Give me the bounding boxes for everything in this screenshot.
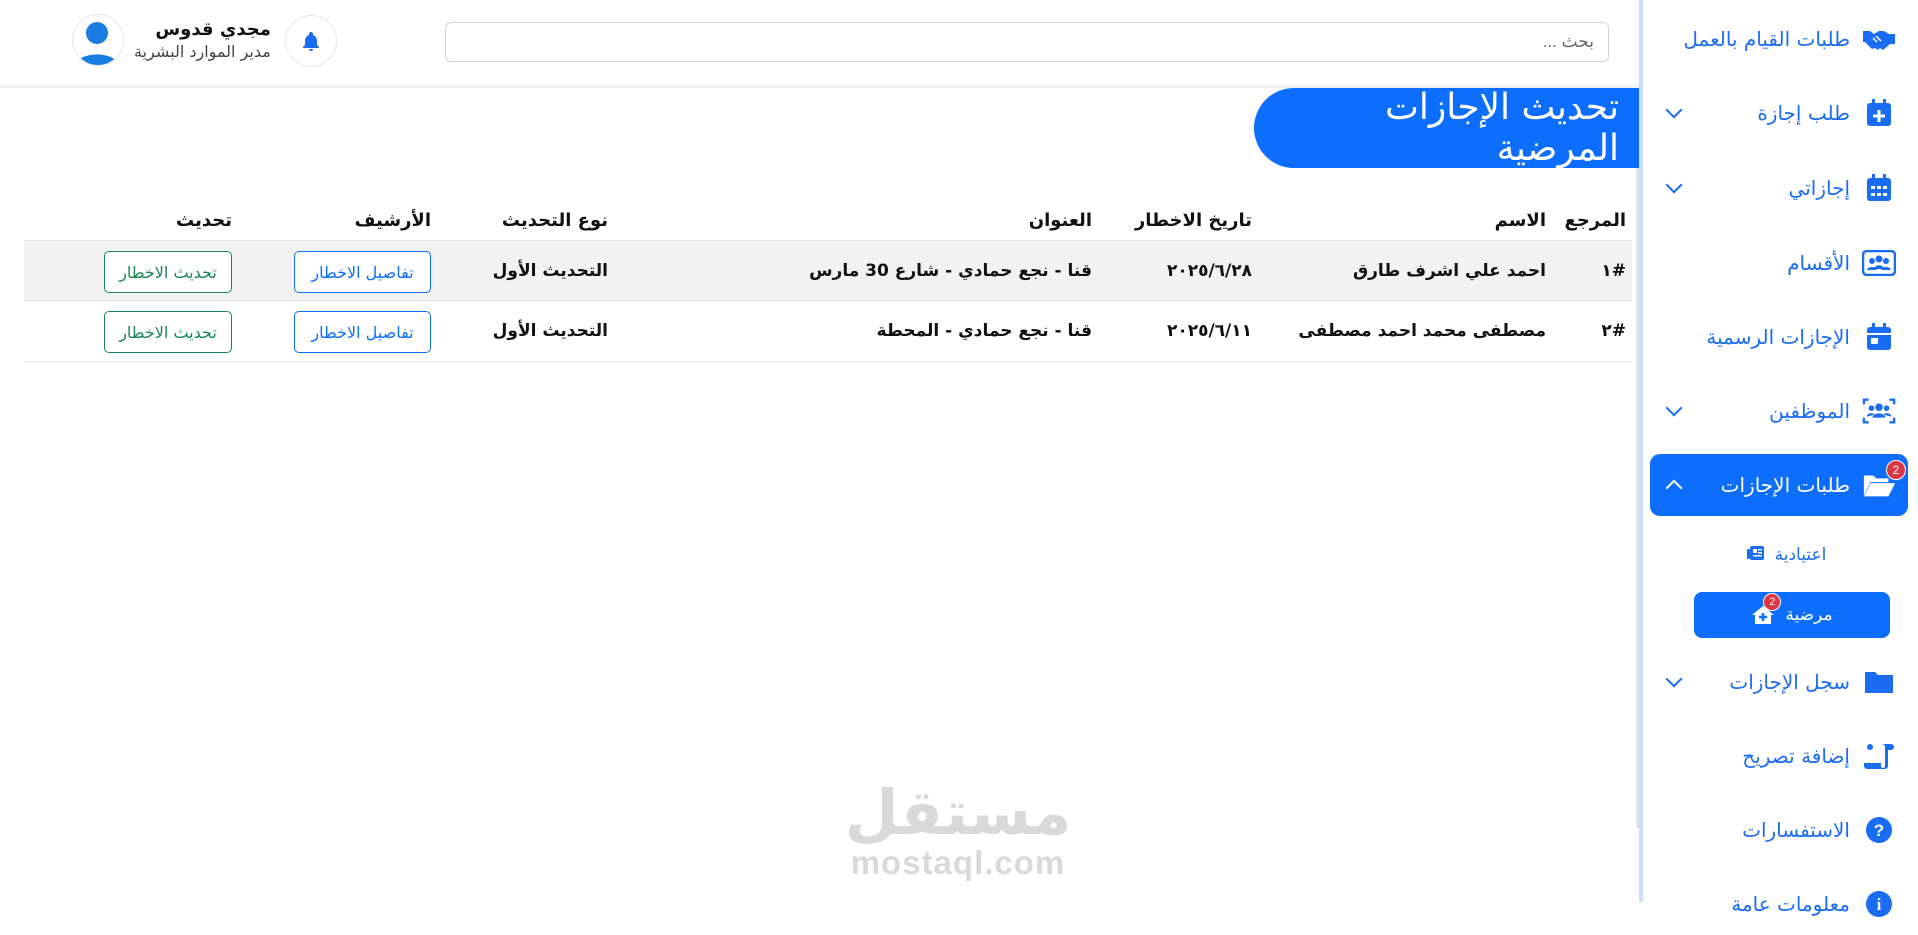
sidebar-item-leave-log[interactable]: سجل الإجازات: [1650, 651, 1908, 713]
user-profile[interactable]: مجدي قدوس مدير الموارد البشرية: [72, 14, 271, 66]
sidebar-item-label: طلبات القيام بالعمل: [1683, 27, 1850, 51]
cell-update-type: التحديث الأول: [492, 321, 608, 341]
cell-address: قنا - نجع حمادي - شارع 30 مارس: [809, 260, 1092, 281]
page-title: تحديث الإجازات المرضية: [1385, 87, 1619, 169]
house-medical-icon: 2: [1751, 593, 1782, 625]
folder-icon: [1862, 667, 1896, 697]
topbar: بحث ... مجدي قدوس مدير الموارد البشرية: [0, 0, 1639, 88]
sick-leave-table: المرجع الاسم تاريخ الاخطار العنوان نوع ا…: [24, 200, 1632, 362]
watermark-arabic: مستقل: [844, 776, 1072, 849]
page-title-banner: تحديث الإجازات المرضية: [1254, 87, 1639, 169]
question-circle-icon: ?: [1862, 815, 1896, 845]
sidebar-item-label: طلب إجازة: [1757, 101, 1850, 125]
table-header-row: المرجع الاسم تاريخ الاخطار العنوان نوع ا…: [24, 200, 1632, 240]
svg-text:?: ?: [1874, 821, 1884, 840]
calendar-icon: [1862, 173, 1896, 203]
avatar: [72, 14, 124, 66]
sidebar-item-work-requests[interactable]: طلبات القيام بالعمل: [1650, 8, 1908, 70]
update-notice-button[interactable]: تحديث الاخطار: [104, 311, 232, 353]
sidebar-item-label: الموظفين: [1769, 399, 1850, 423]
sidebar-subitem-sick[interactable]: مرضية 2: [1694, 592, 1890, 638]
id-card-icon: [1862, 248, 1896, 278]
table-row: #٢ مصطفى محمد احمد مصطفى ٢٠٢٥/٦/١١ قنا -…: [24, 301, 1632, 362]
sidebar-item-my-leaves[interactable]: إجازاتي: [1650, 157, 1908, 219]
sidebar-item-label: الاستفسارات: [1742, 818, 1850, 842]
folder-open-icon: 2: [1862, 460, 1906, 500]
column-header-ref: المرجع: [1564, 209, 1626, 231]
column-header-update-type: نوع التحديث: [501, 209, 608, 231]
cell-name: احمد علي اشرف طارق: [1352, 260, 1546, 281]
calendar-plus-icon: [1862, 98, 1896, 128]
users-icon: [1862, 396, 1896, 426]
column-header-update: تحديث: [176, 209, 232, 231]
newspaper-icon: [1746, 545, 1765, 566]
cell-ref: #١: [1601, 260, 1626, 281]
info-circle-icon: i: [1862, 889, 1896, 919]
column-header-name: الاسم: [1494, 209, 1546, 231]
search-input[interactable]: بحث ...: [445, 22, 1609, 62]
handshake-icon: [1862, 24, 1896, 54]
notice-details-button[interactable]: تفاصيل الاخطار: [294, 311, 431, 353]
sidebar-item-general-info[interactable]: i معلومات عامة: [1650, 873, 1908, 935]
user-name: مجدي قدوس: [155, 19, 271, 40]
scroll-icon: [1862, 741, 1896, 771]
sidebar-item-employees[interactable]: الموظفين: [1650, 380, 1908, 442]
sidebar-item-official-holidays[interactable]: الإجازات الرسمية: [1650, 306, 1908, 368]
sidebar-item-leave-requests[interactable]: 2 طلبات الإجازات: [1650, 454, 1908, 516]
watermark-logo: مستقل mostaql.com: [843, 782, 1073, 882]
column-header-archive: الأرشيف: [354, 209, 431, 231]
sidebar-item-label: سجل الإجازات: [1729, 670, 1850, 694]
sidebar-item-label: معلومات عامة: [1731, 892, 1850, 916]
sidebar-subitem-regular[interactable]: اعتيادية: [1689, 532, 1884, 578]
update-notice-button[interactable]: تحديث الاخطار: [104, 251, 232, 293]
column-header-date: تاريخ الاخطار: [1134, 209, 1252, 231]
content-scrollbar[interactable]: [1636, 88, 1639, 828]
user-role: مدير الموارد البشرية: [134, 42, 271, 61]
cell-date: ٢٠٢٥/٦/١١: [1166, 321, 1252, 341]
sidebar-item-label: إضافة تصريح: [1742, 744, 1850, 768]
notice-details-button[interactable]: تفاصيل الاخطار: [294, 251, 431, 293]
notification-badge: 2: [1886, 460, 1906, 480]
sidebar-item-label: إجازاتي: [1788, 176, 1850, 200]
calendar-day-icon: [1862, 322, 1896, 352]
sidebar-item-label: الأقسام: [1787, 251, 1850, 275]
cell-address: قنا - نجع حمادي - المحطة: [876, 321, 1092, 341]
sidebar: طلبات القيام بالعمل طلب إجازة إجازاتي ال…: [1639, 0, 1918, 917]
svg-text:i: i: [1877, 895, 1882, 914]
bell-icon[interactable]: [285, 15, 337, 67]
sidebar-subitem-label: مرضية: [1785, 605, 1833, 625]
cell-update-type: التحديث الأول: [492, 260, 608, 281]
watermark-latin: mostaql.com: [850, 844, 1066, 881]
sidebar-subitem-label: اعتيادية: [1774, 545, 1827, 565]
cell-ref: #٢: [1601, 321, 1626, 341]
cell-date: ٢٠٢٥/٦/٢٨: [1166, 260, 1252, 281]
cell-name: مصطفى محمد احمد مصطفى: [1298, 321, 1546, 341]
notification-badge: 2: [1763, 593, 1782, 611]
column-header-address: العنوان: [1028, 209, 1092, 231]
table-row: #١ احمد علي اشرف طارق ٢٠٢٥/٦/٢٨ قنا - نج…: [24, 240, 1632, 301]
sidebar-item-inquiries[interactable]: ? الاستفسارات: [1650, 799, 1908, 861]
sidebar-item-label: الإجازات الرسمية: [1706, 325, 1850, 349]
sidebar-item-leave-request[interactable]: طلب إجازة: [1650, 82, 1908, 144]
sidebar-item-departments[interactable]: الأقسام: [1650, 232, 1908, 294]
sidebar-item-add-permit[interactable]: إضافة تصريح: [1650, 725, 1908, 787]
